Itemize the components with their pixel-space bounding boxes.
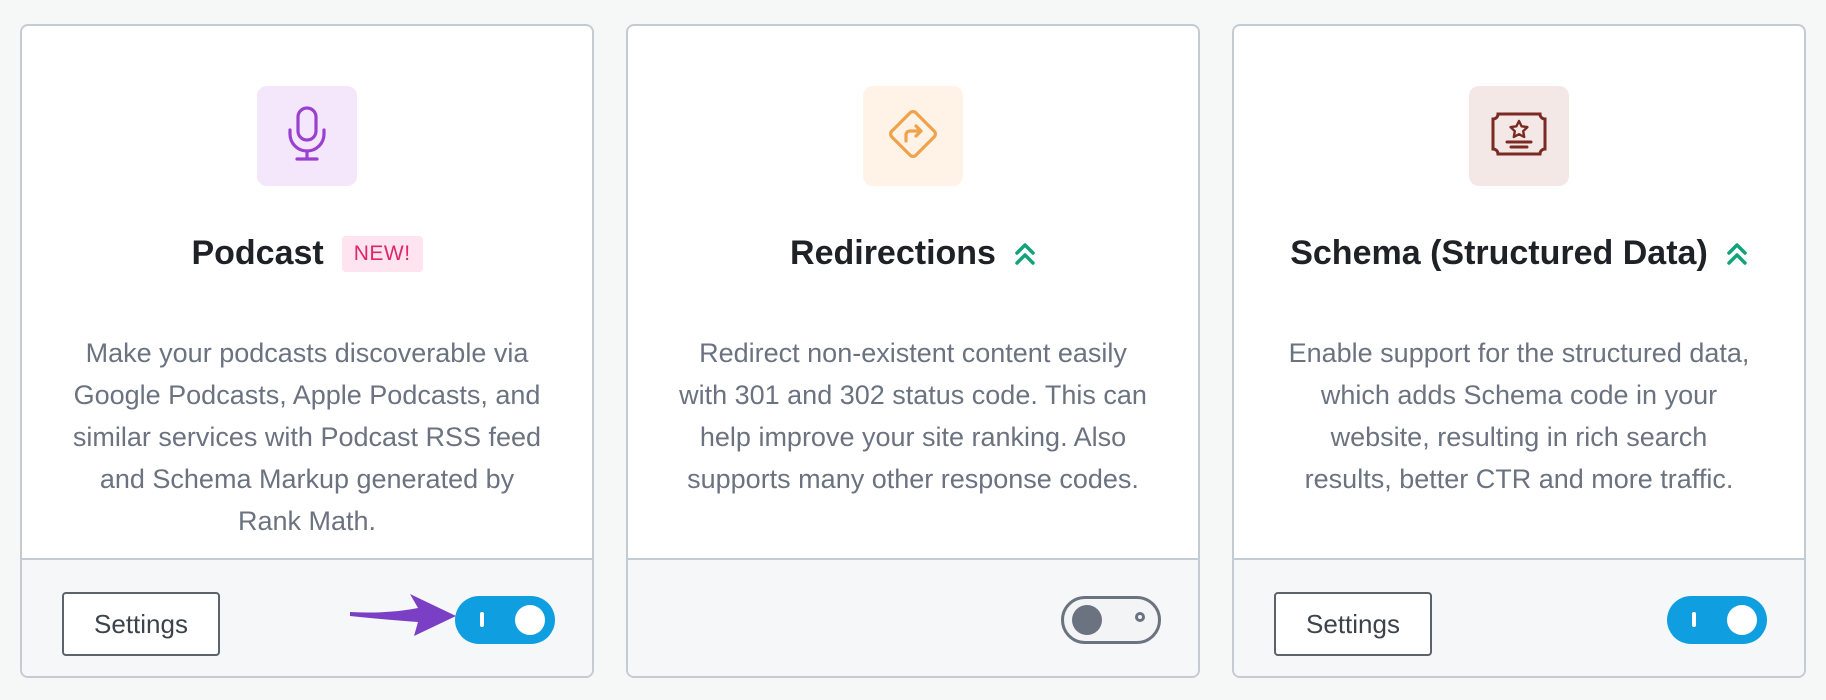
module-icon-box xyxy=(863,86,963,186)
settings-button[interactable]: Settings xyxy=(62,592,220,656)
module-title: Redirections xyxy=(790,234,996,272)
module-card-body: Redirections Redirect non-existent conte… xyxy=(628,26,1198,560)
module-card-body: Schema (Structured Data) Enable support … xyxy=(1234,26,1804,560)
toggle-off-mark xyxy=(1135,612,1145,622)
toggle-on-mark xyxy=(480,612,484,627)
toggle-knob xyxy=(515,605,545,635)
module-card-body: Podcast NEW! Make your podcasts discover… xyxy=(22,26,592,560)
toggle-knob xyxy=(1727,605,1757,635)
certificate-icon xyxy=(1490,111,1548,162)
module-card-footer: Settings xyxy=(22,558,592,676)
toggle-on-mark xyxy=(1692,612,1696,627)
redirect-sign-icon xyxy=(884,105,942,168)
pro-chevron-icon xyxy=(1014,242,1036,266)
module-description: Make your podcasts discoverable via Goog… xyxy=(72,338,542,536)
module-card-schema: Schema (Structured Data) Enable support … xyxy=(1232,24,1806,678)
new-badge: NEW! xyxy=(341,235,423,272)
module-icon-box xyxy=(1469,86,1569,186)
pro-chevron-icon xyxy=(1726,242,1748,266)
module-card-redirections: Redirections Redirect non-existent conte… xyxy=(626,24,1200,678)
settings-button[interactable]: Settings xyxy=(1274,592,1432,656)
module-toggle[interactable] xyxy=(455,596,555,644)
module-toggle[interactable] xyxy=(1667,596,1767,644)
module-title: Podcast xyxy=(191,234,324,272)
microphone-icon xyxy=(285,105,329,167)
module-title-row: Redirections xyxy=(628,234,1198,273)
module-title-row: Schema (Structured Data) xyxy=(1234,234,1804,273)
module-title-row: Podcast NEW! xyxy=(22,234,592,273)
toggle-knob xyxy=(1072,605,1102,635)
module-toggle[interactable] xyxy=(1061,596,1161,644)
module-description: Enable support for the structured data, … xyxy=(1288,338,1750,494)
module-icon-box xyxy=(257,86,357,186)
module-card-podcast: Podcast NEW! Make your podcasts discover… xyxy=(20,24,594,678)
annotation-arrow-icon xyxy=(350,594,456,636)
module-card-footer xyxy=(628,558,1198,676)
module-description: Redirect non-existent content easily wit… xyxy=(679,338,1147,494)
module-title: Schema (Structured Data) xyxy=(1290,234,1708,272)
module-card-footer: Settings xyxy=(1234,558,1804,676)
